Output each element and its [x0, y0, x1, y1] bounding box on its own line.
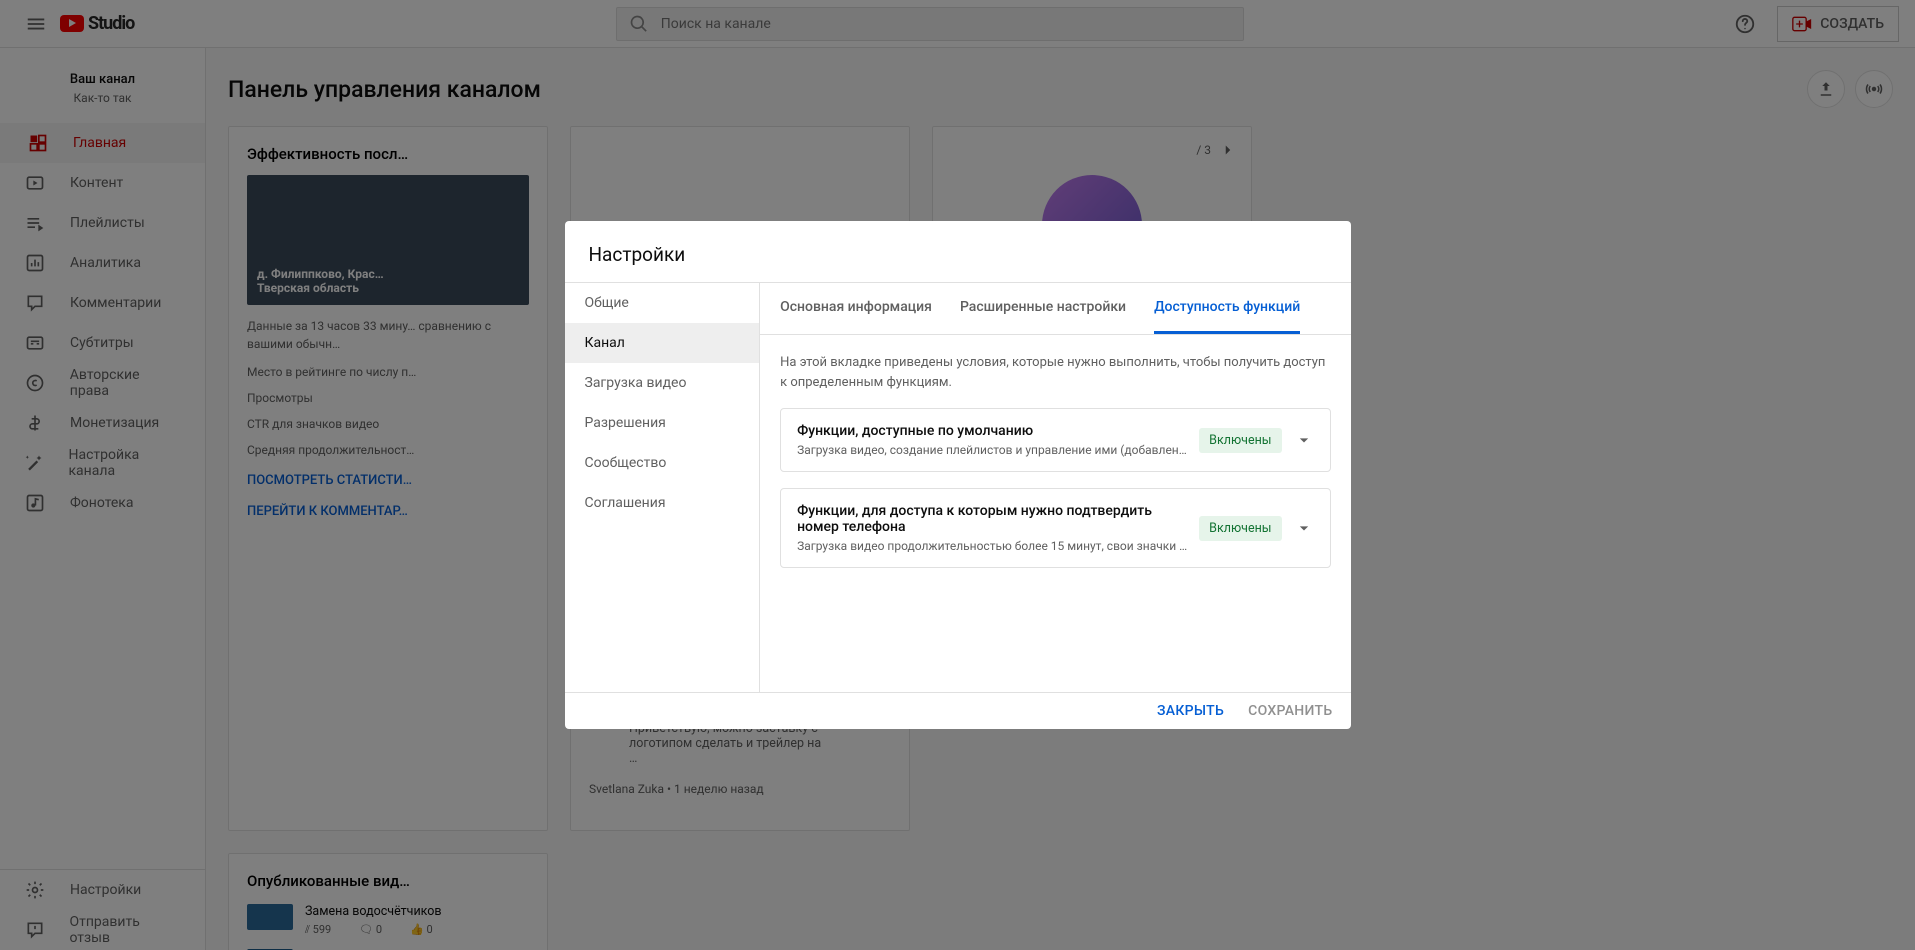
feature-title: Функции, для доступа к которым нужно под…: [797, 503, 1187, 535]
dialog-side-agreements[interactable]: Соглашения: [565, 483, 760, 523]
tab-basic-info[interactable]: Основная информация: [780, 283, 932, 334]
feature-subtitle: Загрузка видео продолжительностью более …: [797, 539, 1187, 553]
feature-card-phone[interactable]: Функции, для доступа к которым нужно под…: [780, 488, 1330, 568]
dialog-side-upload[interactable]: Загрузка видео: [565, 363, 760, 403]
status-badge: Включены: [1199, 516, 1281, 541]
dialog-tabs: Основная информация Расширенные настройк…: [760, 283, 1350, 335]
feature-title: Функции, доступные по умолчанию: [797, 423, 1187, 439]
close-button[interactable]: ЗАКРЫТЬ: [1157, 703, 1224, 719]
dialog-title: Настройки: [565, 221, 1351, 282]
dialog-content: На этой вкладке приведены условия, котор…: [760, 335, 1350, 602]
settings-dialog: Настройки Общие Канал Загрузка видео Раз…: [565, 221, 1351, 729]
dialog-main: Основная информация Расширенные настройк…: [760, 283, 1350, 692]
tab-feature-eligibility[interactable]: Доступность функций: [1154, 283, 1300, 334]
dialog-sidebar: Общие Канал Загрузка видео Разрешения Со…: [565, 283, 761, 692]
feature-text: Функции, для доступа к которым нужно под…: [797, 503, 1187, 553]
status-badge: Включены: [1199, 428, 1281, 453]
tab-advanced[interactable]: Расширенные настройки: [960, 283, 1126, 334]
dialog-side-community[interactable]: Сообщество: [565, 443, 760, 483]
feature-card-default[interactable]: Функции, доступные по умолчанию Загрузка…: [780, 408, 1330, 472]
save-button[interactable]: СОХРАНИТЬ: [1248, 703, 1332, 719]
dialog-footer: ЗАКРЫТЬ СОХРАНИТЬ: [565, 692, 1351, 729]
dialog-side-channel[interactable]: Канал: [565, 323, 760, 363]
modal-overlay[interactable]: Настройки Общие Канал Загрузка видео Раз…: [0, 0, 1915, 950]
chevron-down-icon[interactable]: [1294, 430, 1314, 450]
dialog-body: Общие Канал Загрузка видео Разрешения Со…: [565, 282, 1351, 692]
dialog-side-permissions[interactable]: Разрешения: [565, 403, 760, 443]
dialog-description: На этой вкладке приведены условия, котор…: [780, 353, 1330, 392]
feature-subtitle: Загрузка видео, создание плейлистов и уп…: [797, 443, 1187, 457]
dialog-side-general[interactable]: Общие: [565, 283, 760, 323]
chevron-down-icon[interactable]: [1294, 518, 1314, 538]
feature-text: Функции, доступные по умолчанию Загрузка…: [797, 423, 1187, 457]
